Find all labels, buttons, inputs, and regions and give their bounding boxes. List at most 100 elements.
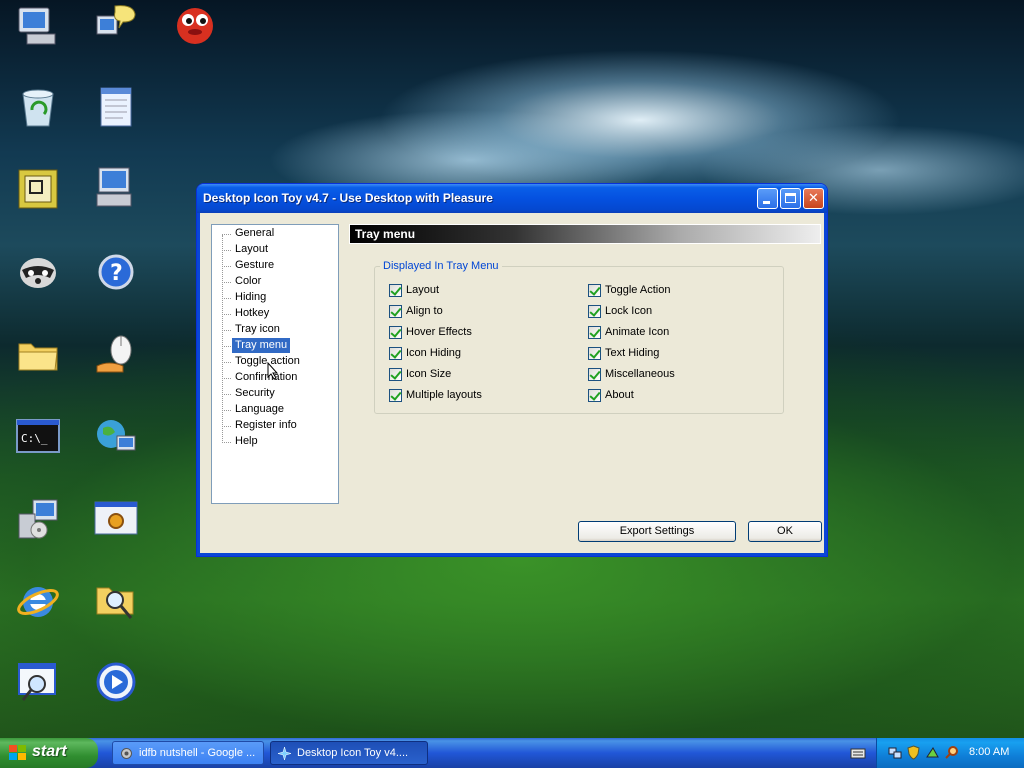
tree-item-tray-menu[interactable]: Tray menu (232, 338, 291, 353)
tree-item-register-info[interactable]: Register info (232, 418, 300, 433)
checkbox-checked-icon[interactable] (389, 305, 402, 318)
checkbox-checked-icon[interactable] (588, 347, 601, 360)
taskbar-button-browser[interactable]: idfb nutshell - Google ... (112, 741, 264, 765)
minimize-button[interactable] (757, 188, 778, 209)
gear-icon (121, 748, 132, 759)
panel-title: Tray menu (355, 227, 416, 241)
help-icon[interactable]: ? (93, 250, 139, 296)
safely-remove-icon[interactable] (925, 745, 940, 760)
taskbar-button-desktop-icon-toy[interactable]: Desktop Icon Toy v4.... (270, 741, 428, 765)
checkbox-checked-icon[interactable] (389, 368, 402, 381)
recycle-bin-icon[interactable] (15, 84, 61, 130)
installer-icon[interactable] (15, 496, 61, 542)
start-label: start (32, 743, 67, 760)
checkbox-label: Icon Size (406, 368, 452, 380)
tree-item-general[interactable]: General (232, 226, 277, 241)
notepad-icon[interactable] (93, 84, 139, 130)
clock: 8:00 AM (969, 746, 1010, 758)
title-bar[interactable]: Desktop Icon Toy v4.7 - Use Desktop with… (197, 184, 827, 213)
checkbox-checked-icon[interactable] (389, 326, 402, 339)
tree-item-tray-icon[interactable]: Tray icon (232, 322, 283, 337)
checkbox-label: About (605, 389, 634, 401)
maximize-button[interactable] (780, 188, 801, 209)
internet-explorer-icon[interactable] (15, 578, 61, 624)
ok-button[interactable]: OK (748, 521, 822, 542)
checkbox-checked-icon[interactable] (588, 305, 601, 318)
checkbox-label: Miscellaneous (605, 368, 675, 380)
checkbox-label: Multiple layouts (406, 389, 482, 401)
minimize-icon (763, 201, 770, 204)
search-icon[interactable] (944, 745, 959, 760)
checkbox-checked-icon[interactable] (588, 326, 601, 339)
checkbox-checked-icon[interactable] (389, 389, 402, 402)
mouse-icon[interactable] (93, 332, 139, 378)
tree-branch (222, 442, 231, 443)
tree-item-gesture[interactable]: Gesture (232, 258, 277, 273)
tree-item-hotkey[interactable]: Hotkey (232, 306, 272, 321)
taskbar: start idfb nutshell - Google ... Desktop… (0, 738, 1024, 768)
tree-item-hiding[interactable]: Hiding (232, 290, 269, 305)
tree-item-help[interactable]: Help (232, 434, 261, 449)
network-icon[interactable] (887, 745, 902, 760)
tree-branch (222, 394, 231, 395)
mascot-icon[interactable] (172, 2, 218, 48)
messenger-icon[interactable] (93, 2, 139, 48)
checkbox-label: Animate Icon (605, 326, 670, 338)
tree-branch (222, 282, 231, 283)
tree-item-layout[interactable]: Layout (232, 242, 271, 257)
checkbox-checked-icon[interactable] (389, 347, 402, 360)
svg-text:?: ? (110, 261, 123, 286)
command-prompt-icon[interactable]: C:\_ (15, 414, 61, 460)
app-window: Desktop Icon Toy v4.7 - Use Desktop with… (196, 183, 828, 557)
tree-branch (222, 426, 231, 427)
tree-branch (222, 362, 231, 363)
checkbox-label: Lock Icon (605, 305, 653, 317)
taskbar-button-label: Desktop Icon Toy v4.... (297, 747, 409, 759)
checkbox-label: Toggle Action (605, 284, 671, 296)
checkbox-checked-icon[interactable] (588, 389, 601, 402)
checkbox-checked-icon[interactable] (588, 368, 601, 381)
tree-branch (222, 314, 231, 315)
search-folder-icon[interactable] (93, 578, 139, 624)
media-player-icon[interactable] (93, 660, 139, 706)
folder-icon[interactable] (15, 332, 61, 378)
tree-branch (222, 250, 231, 251)
groupbox-label: Displayed In Tray Menu (380, 260, 502, 272)
security-shield-icon[interactable] (906, 745, 921, 760)
taskbar-button-label: idfb nutshell - Google ... (139, 747, 256, 759)
checkbox-checked-icon[interactable] (588, 284, 601, 297)
tree-branch (222, 330, 231, 331)
checkbox-label: Icon Hiding (406, 347, 462, 359)
export-settings-button[interactable]: Export Settings (578, 521, 736, 542)
onscreen-keyboard-icon[interactable] (93, 166, 139, 212)
system-tray: 8:00 AM (876, 738, 1024, 768)
checkbox-checked-icon[interactable] (389, 284, 402, 297)
magnifier-window-icon[interactable] (15, 660, 61, 706)
window-title: Desktop Icon Toy v4.7 - Use Desktop with… (203, 191, 493, 205)
network-globe-icon[interactable] (93, 414, 139, 460)
tree-branch (222, 266, 231, 267)
tree-item-color[interactable]: Color (232, 274, 264, 289)
checkbox-label: Layout (406, 284, 440, 296)
tree-branch (222, 234, 231, 235)
panel-header: Tray menu (349, 224, 821, 244)
maximize-icon (785, 193, 796, 203)
start-button[interactable]: start (0, 738, 98, 768)
my-computer-icon[interactable] (15, 4, 61, 50)
tree-branch (222, 298, 231, 299)
windows-logo-icon (9, 745, 26, 760)
svg-text:C:\_: C:\_ (21, 432, 48, 445)
tree-branch (222, 346, 231, 347)
mouse-cursor-icon (267, 362, 279, 380)
raccoon-icon[interactable] (15, 248, 61, 294)
checkbox-label: Align to (406, 305, 443, 317)
checkbox-label: Hover Effects (406, 326, 472, 338)
outlook-icon[interactable] (15, 166, 61, 212)
sparkle-icon (277, 746, 292, 761)
tree-branch (222, 378, 231, 379)
close-button[interactable]: ✕ (803, 188, 824, 209)
control-panel-icon[interactable] (93, 496, 139, 542)
tree-item-security[interactable]: Security (232, 386, 278, 401)
tree-item-language[interactable]: Language (232, 402, 287, 417)
keyboard-icon[interactable] (850, 746, 866, 760)
